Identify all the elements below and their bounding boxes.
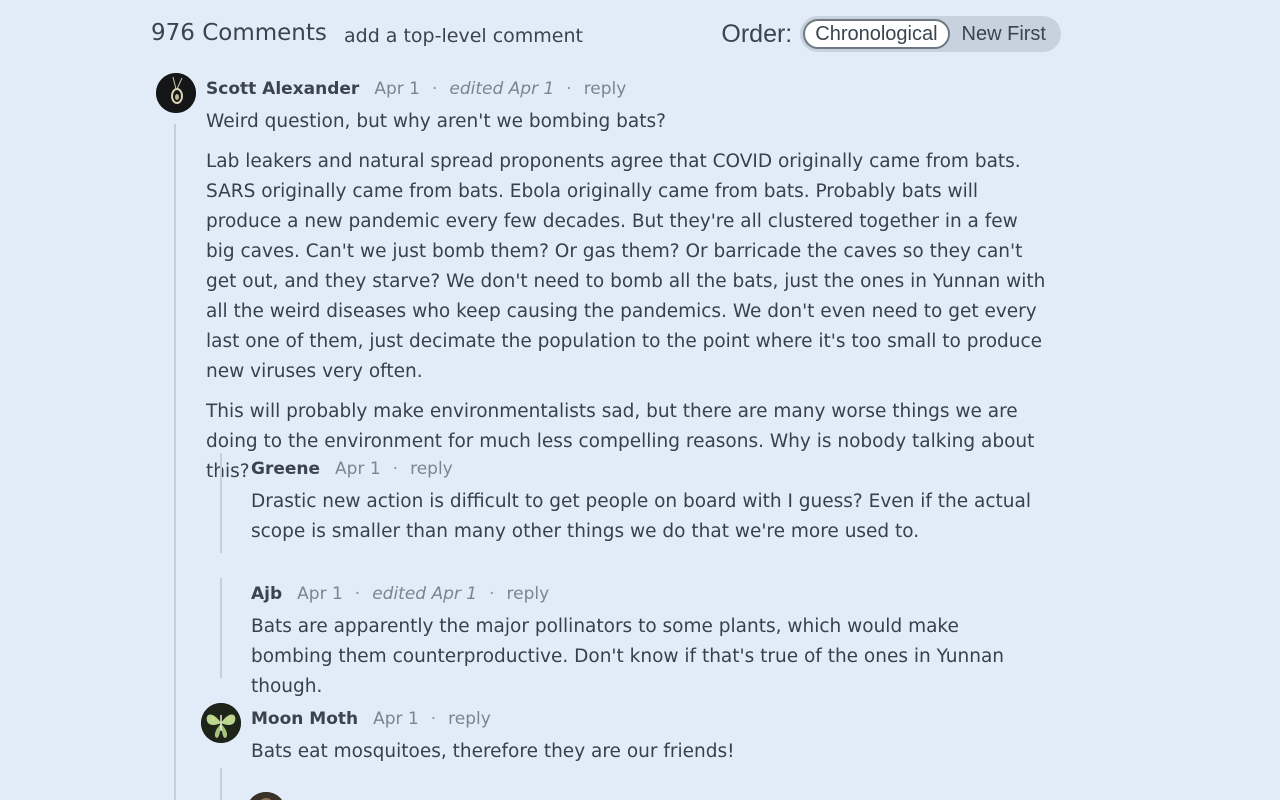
reply-thread-line[interactable] [220, 768, 222, 800]
comment-author[interactable]: Greene [251, 459, 320, 479]
avatar[interactable] [156, 73, 196, 113]
comment-count: 976 Comments [151, 20, 327, 46]
order-chronological-option[interactable]: Chronological [803, 19, 950, 49]
comment-date[interactable]: Apr 1 [374, 79, 420, 99]
comment-paragraph: Lab leakers and natural spread proponent… [206, 151, 1046, 382]
avatar[interactable] [246, 792, 286, 800]
meta-separator: · [566, 79, 572, 99]
comment-body: Weird question, but why aren't we bombin… [206, 107, 1046, 497]
order-control: Order: Chronological New First [721, 16, 1061, 52]
avatar[interactable] [201, 703, 241, 743]
meta-separator: · [392, 459, 399, 479]
comment-paragraph: Weird question, but why aren't we bombin… [206, 111, 666, 132]
pendant-avatar-icon [156, 73, 196, 113]
comment-body: Bats eat mosquitoes, therefore they are … [251, 737, 1031, 777]
edited-label: edited Apr 1 [372, 584, 478, 604]
comment-body: Bats are apparently the major pollinator… [251, 612, 1031, 712]
order-toggle: Chronological New First [800, 16, 1061, 52]
meta-separator: · [430, 709, 437, 729]
moth-avatar-icon [201, 703, 241, 743]
comment-meta: Scott Alexander Apr 1 · edited Apr 1 · r… [206, 79, 626, 99]
comment-meta: Ajb Apr 1 · edited Apr 1 · reply [251, 584, 549, 604]
comment-paragraph: Bats eat mosquitoes, therefore they are … [251, 741, 735, 762]
comment-author[interactable]: Moon Moth [251, 709, 358, 729]
reply-button[interactable]: reply [584, 79, 627, 99]
add-top-level-comment-link[interactable]: add a top-level comment [344, 25, 583, 47]
comments-page: 976 Comments add a top-level comment Ord… [0, 0, 1280, 800]
reply-button[interactable]: reply [507, 584, 550, 604]
order-new-first-option[interactable]: New First [950, 19, 1058, 49]
reply-thread-line[interactable] [220, 453, 222, 553]
meta-separator: · [431, 79, 438, 99]
comment-date[interactable]: Apr 1 [373, 709, 419, 729]
reply-button[interactable]: reply [410, 459, 453, 479]
comment-date[interactable]: Apr 1 [297, 584, 343, 604]
comment-meta: Moon Moth Apr 1 · reply [251, 709, 491, 729]
comment-paragraph: Drastic new action is difficult to get p… [251, 491, 1031, 542]
edited-label: edited Apr 1 [449, 79, 555, 99]
comment-author[interactable]: Scott Alexander [206, 79, 359, 99]
reply-thread-line[interactable] [220, 578, 222, 678]
reply-button[interactable]: reply [448, 709, 491, 729]
order-label: Order: [721, 19, 793, 48]
comments-header: 976 Comments add a top-level comment Ord… [151, 14, 1061, 54]
comment-date[interactable]: Apr 1 [335, 459, 381, 479]
meta-separator: · [354, 584, 361, 604]
comment-paragraph: Bats are apparently the major pollinator… [251, 616, 1005, 697]
user-avatar-icon [246, 792, 286, 800]
comment-author[interactable]: Ajb [251, 584, 282, 604]
comment-meta: Greene Apr 1 · reply [251, 459, 453, 479]
thread-collapse-line[interactable] [174, 124, 176, 800]
comment-body: Drastic new action is difficult to get p… [251, 487, 1051, 557]
meta-separator: · [489, 584, 495, 604]
